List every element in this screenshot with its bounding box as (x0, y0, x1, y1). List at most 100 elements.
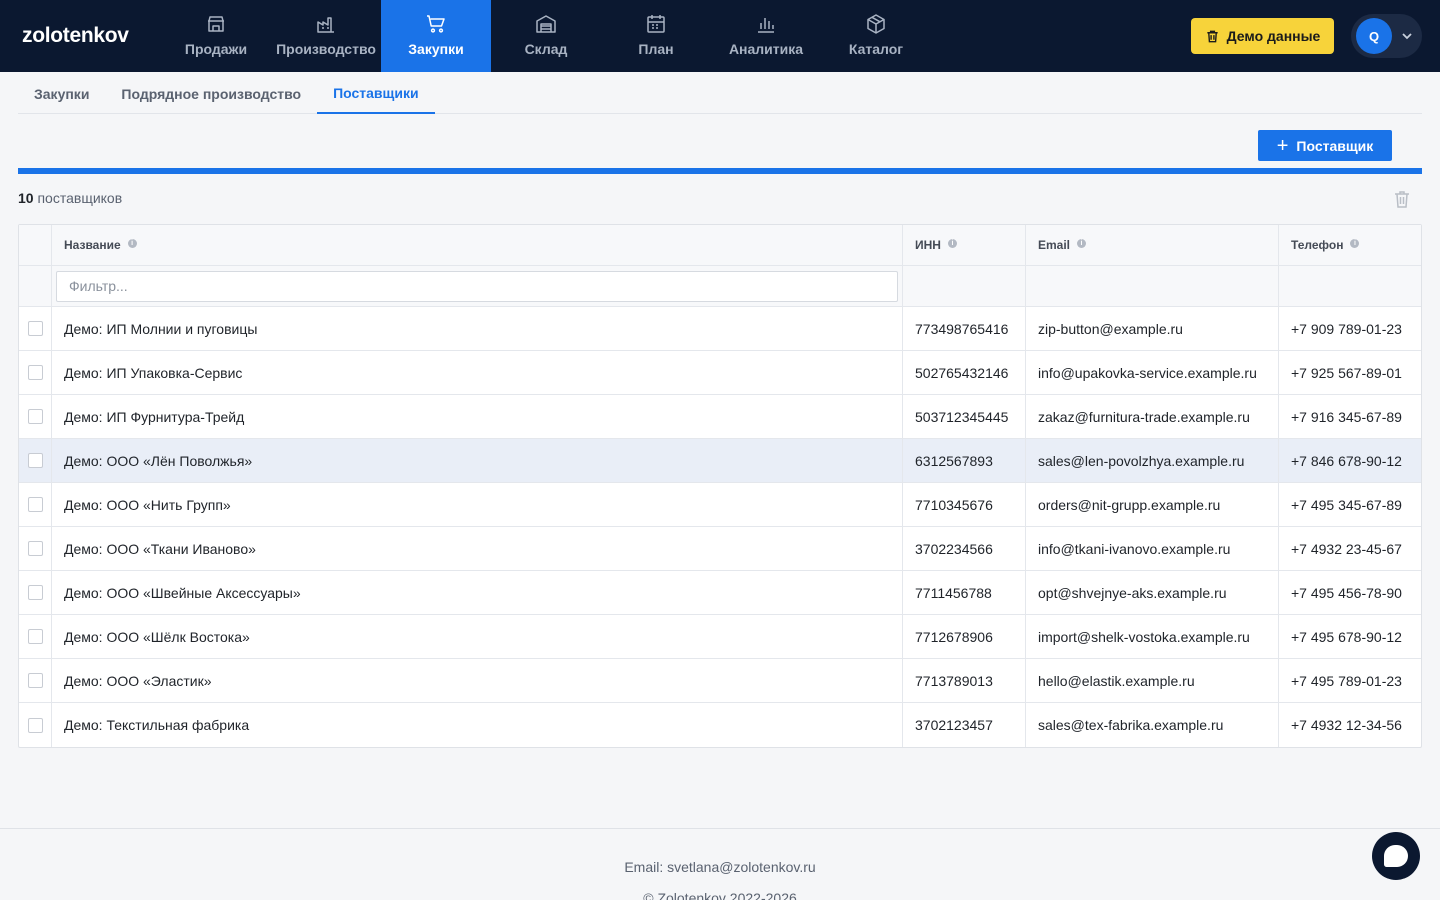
add-supplier-button[interactable]: + Поставщик (1258, 130, 1392, 161)
table-header: Название i ИНН i Email i Телефон i (19, 225, 1421, 266)
row-select-cell (19, 395, 52, 438)
table-row[interactable]: Демо: ООО «Швейные Аксессуары» 7711456788… (19, 571, 1421, 615)
filter-empty-cell (1279, 266, 1421, 306)
delete-icon[interactable] (1393, 189, 1411, 209)
cell-email: hello@elastik.example.ru (1026, 659, 1279, 702)
filter-empty-cell (903, 266, 1026, 306)
row-checkbox[interactable] (27, 541, 43, 556)
name-filter-input[interactable] (56, 270, 898, 302)
bar-chart-icon (758, 18, 774, 33)
table-row[interactable]: Демо: ООО «Ткани Иваново» 3702234566 info@… (19, 527, 1421, 571)
main-nav: Продажи Производство Закупки Склад План Анали… (161, 0, 931, 72)
store-icon (208, 16, 224, 32)
cell-name[interactable]: Демо: ИП Упаковка-Сервис (52, 351, 903, 394)
plus-icon: + (1276, 134, 1289, 157)
user-menu[interactable]: Q (1351, 14, 1422, 58)
cell-name[interactable]: Демо: ООО «Шёлк Востока» (52, 615, 903, 658)
info-icon[interactable]: i (1077, 238, 1087, 248)
cell-inn: 7713789013 (903, 659, 1026, 702)
cell-email: info@tkani-ivanovo.example.ru (1026, 527, 1279, 570)
subtab-2[interactable]: Поставщики (317, 73, 435, 114)
package-icon (867, 14, 885, 34)
row-checkbox[interactable] (27, 497, 43, 512)
cell-name[interactable]: Демо: ООО «Ткани Иваново» (52, 527, 903, 570)
footer-copyright: © Zolotenkov 2022-2026 (643, 890, 797, 900)
cell-email: orders@nit-grupp.example.ru (1026, 483, 1279, 526)
info-icon[interactable]: i (1350, 238, 1360, 248)
cell-name[interactable]: Демо: ИП Фурнитура-Трейд (52, 395, 903, 438)
cell-phone: +7 846 678-90-12 (1291, 452, 1402, 469)
cell-inn: 503712345445 (903, 395, 1026, 438)
cell-phone: +7 916 345-67-89 (1291, 408, 1402, 425)
row-select-cell (19, 615, 52, 658)
column-header-label: Телефон (1291, 238, 1344, 252)
info-icon[interactable]: i (947, 238, 957, 248)
column-header-email[interactable]: Email i (1026, 225, 1279, 265)
row-checkbox[interactable] (27, 321, 43, 336)
subtab-1[interactable]: Подрядное производство (105, 73, 317, 114)
table-row[interactable]: Демо: ООО «Эластик» 7713789013 hello@elast… (19, 659, 1421, 703)
app-logo[interactable]: zolotenkov (22, 24, 129, 48)
table-row[interactable]: Демо: ИП Фурнитура-Трейд 503712345445 zaka… (19, 395, 1421, 439)
filter-cell (52, 266, 903, 306)
nav-item-label: План (638, 41, 674, 57)
column-header-name[interactable]: Название i (52, 225, 903, 265)
table-row[interactable]: Демо: ИП Упаковка-Сервис 502765432146 info… (19, 351, 1421, 395)
cell-name[interactable]: Демо: ИП Молнии и пуговицы (52, 307, 903, 350)
nav-item-0[interactable]: Продажи (161, 0, 271, 72)
suppliers-table: Названиеi ИННi Emaili Телефонi Демо: ИП … (18, 224, 1422, 748)
sub-tabs: Закупки Подрядное производство Поставщики (18, 73, 1422, 114)
row-checkbox[interactable] (27, 673, 43, 688)
top-navbar: zolotenkov Продажи Производство Закупки Скл… (0, 0, 1440, 72)
cell-email: zip-button@example.ru (1026, 307, 1279, 350)
row-select-cell (19, 571, 52, 614)
row-checkbox[interactable] (27, 409, 43, 424)
cell-phone: +7 4932 23-45-67 (1291, 540, 1402, 557)
cell-name[interactable]: Демо: Текстильная фабрика (52, 703, 903, 747)
cell-name[interactable]: Демо: ООО «Лён Поволжья» (52, 439, 903, 482)
info-icon[interactable]: i (127, 238, 137, 248)
nav-item-5[interactable]: Аналитика (711, 0, 821, 72)
table-row[interactable]: Демо: Текстильная фабрика 3702123457 sales… (19, 703, 1421, 747)
cart-icon (427, 15, 445, 33)
row-checkbox[interactable] (27, 453, 43, 468)
cell-phone: +7 495 345-67-89 (1291, 496, 1402, 513)
cell-inn: 502765432146 (903, 351, 1026, 394)
table-row[interactable]: Демо: ИП Молнии и пуговицы 773498765416 zi… (19, 307, 1421, 351)
cell-name[interactable]: Демо: ООО «Нить Групп» (52, 483, 903, 526)
cell-email: import@shelk-vostoka.example.ru (1026, 615, 1279, 658)
nav-item-2[interactable]: Закупки (381, 0, 491, 72)
row-checkbox[interactable] (27, 629, 43, 644)
chat-button[interactable] (1372, 832, 1420, 880)
supplier-count-label: поставщиков (37, 190, 123, 206)
avatar: Q (1356, 18, 1392, 54)
nav-item-label: Продажи (184, 41, 248, 57)
row-checkbox[interactable] (27, 717, 43, 733)
table-row[interactable]: Демо: ООО «Нить Групп» 7710345676 orders@n… (19, 483, 1421, 527)
nav-item-3[interactable]: Склад (491, 0, 601, 72)
chat-bubble-icon (1384, 845, 1408, 867)
row-checkbox[interactable] (27, 585, 43, 600)
calendar-icon (647, 15, 665, 33)
column-header-label: Название (64, 238, 121, 252)
row-select-cell (19, 307, 52, 350)
column-header-inn[interactable]: ИНН i (903, 225, 1026, 265)
nav-item-label: Закупки (408, 41, 464, 57)
column-header-label: ИНН (915, 238, 941, 252)
nav-item-4[interactable]: План (601, 0, 711, 72)
column-header-label: Email (1038, 238, 1071, 252)
cell-name[interactable]: Демо: ООО «Эластик» (52, 659, 903, 702)
cell-name[interactable]: Демо: ООО «Швейные Аксессуары» (52, 571, 903, 614)
cell-inn: 7711456788 (903, 571, 1026, 614)
subtab-0[interactable]: Закупки (18, 73, 105, 114)
table-row[interactable]: Демо: ООО «Шёлк Востока» 7712678906 import… (19, 615, 1421, 659)
demo-data-button[interactable]: Демо данные (1191, 18, 1334, 54)
cell-email: opt@shvejnye-aks.example.ru (1026, 571, 1279, 614)
cell-inn: 3702234566 (903, 527, 1026, 570)
row-checkbox[interactable] (27, 365, 43, 380)
table-row[interactable]: Демо: ООО «Лён Поволжья» 6312567893 sales@… (19, 439, 1421, 483)
cell-inn: 3702123457 (903, 703, 1026, 747)
column-header-phone[interactable]: Телефон i (1279, 225, 1421, 265)
nav-item-6[interactable]: Каталог (821, 0, 931, 72)
nav-item-1[interactable]: Производство (271, 0, 381, 72)
